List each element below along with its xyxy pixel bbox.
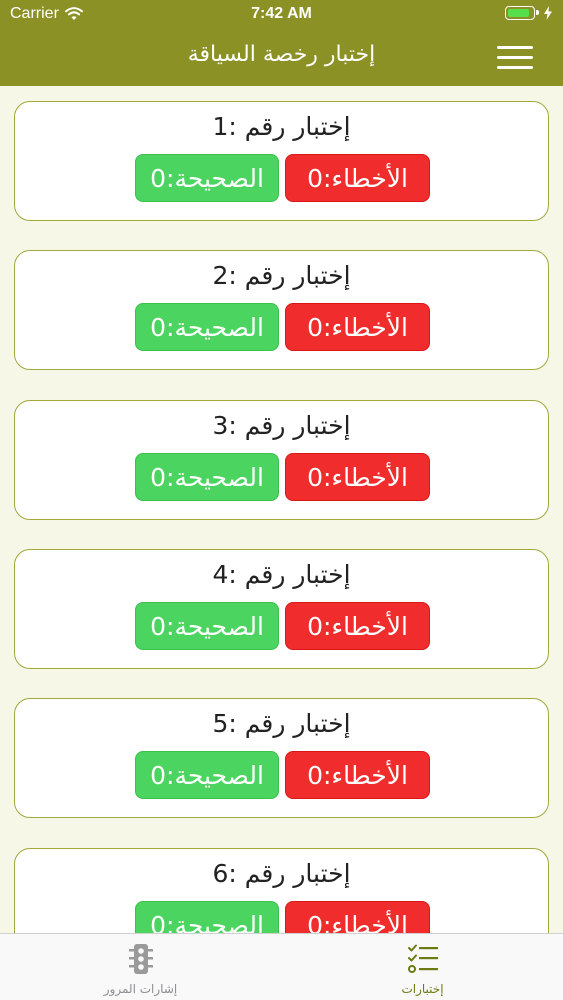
errors-button[interactable]: الأخطاء:0 [285, 453, 430, 501]
correct-button[interactable]: الصحيحة:0 [135, 303, 279, 351]
hamburger-menu-icon [497, 66, 533, 69]
correct-button[interactable]: الصحيحة:0 [135, 453, 279, 501]
status-bar: Carrier 7:42 AM [0, 0, 563, 30]
tab-tests[interactable]: إختبارات [282, 934, 563, 1000]
test-card-4[interactable]: إختبار رقم :4 الأخطاء:0 الصحيحة:0 [14, 549, 549, 669]
tab-bar: إشارات المرور إختبارات [0, 933, 563, 1000]
status-time: 7:42 AM [251, 5, 312, 22]
tab-label: إختبارات [401, 982, 444, 996]
battery-indicator [505, 6, 553, 20]
test-title: إختبار رقم :6 [212, 859, 351, 888]
battery-fill [508, 9, 529, 17]
errors-button[interactable]: الأخطاء:0 [285, 602, 430, 650]
test-title: إختبار رقم :4 [212, 560, 351, 589]
battery-icon [505, 6, 539, 20]
test-list: إختبار رقم :1 الأخطاء:0 الصحيحة:0 إختبار… [0, 86, 563, 933]
hamburger-menu-icon [497, 46, 533, 49]
tab-label: إشارات المرور [103, 982, 178, 996]
test-card-2[interactable]: إختبار رقم :2 الأخطاء:0 الصحيحة:0 [14, 250, 549, 370]
test-card-5[interactable]: إختبار رقم :5 الأخطاء:0 الصحيحة:0 [14, 698, 549, 818]
page-title: إختبار رخصة السياقة [187, 42, 376, 67]
correct-button[interactable]: الصحيحة:0 [135, 751, 279, 799]
test-card-1[interactable]: إختبار رقم :1 الأخطاء:0 الصحيحة:0 [14, 101, 549, 221]
traffic-light-icon [0, 942, 281, 976]
errors-button[interactable]: الأخطاء:0 [285, 303, 430, 351]
test-title: إختبار رقم :5 [212, 709, 351, 738]
checklist-icon [282, 942, 563, 976]
errors-button[interactable]: الأخطاء:0 [285, 154, 430, 202]
charging-bolt-icon [544, 6, 552, 20]
navigation-bar: إختبار رخصة السياقة [0, 30, 563, 86]
test-card-6[interactable]: إختبار رقم :6 الأخطاء:0 الصحيحة:0 [14, 848, 549, 933]
errors-button[interactable]: الأخطاء:0 [285, 751, 430, 799]
correct-button[interactable]: الصحيحة:0 [135, 602, 279, 650]
tab-traffic-signs[interactable]: إشارات المرور [0, 934, 281, 1000]
test-title: إختبار رقم :2 [212, 261, 351, 290]
menu-button[interactable] [497, 44, 533, 70]
hamburger-menu-icon [497, 56, 533, 59]
test-title: إختبار رقم :1 [212, 112, 351, 141]
errors-button[interactable]: الأخطاء:0 [285, 901, 430, 933]
test-title: إختبار رقم :3 [212, 411, 351, 440]
correct-button[interactable]: الصحيحة:0 [135, 901, 279, 933]
test-card-3[interactable]: إختبار رقم :3 الأخطاء:0 الصحيحة:0 [14, 400, 549, 520]
correct-button[interactable]: الصحيحة:0 [135, 154, 279, 202]
